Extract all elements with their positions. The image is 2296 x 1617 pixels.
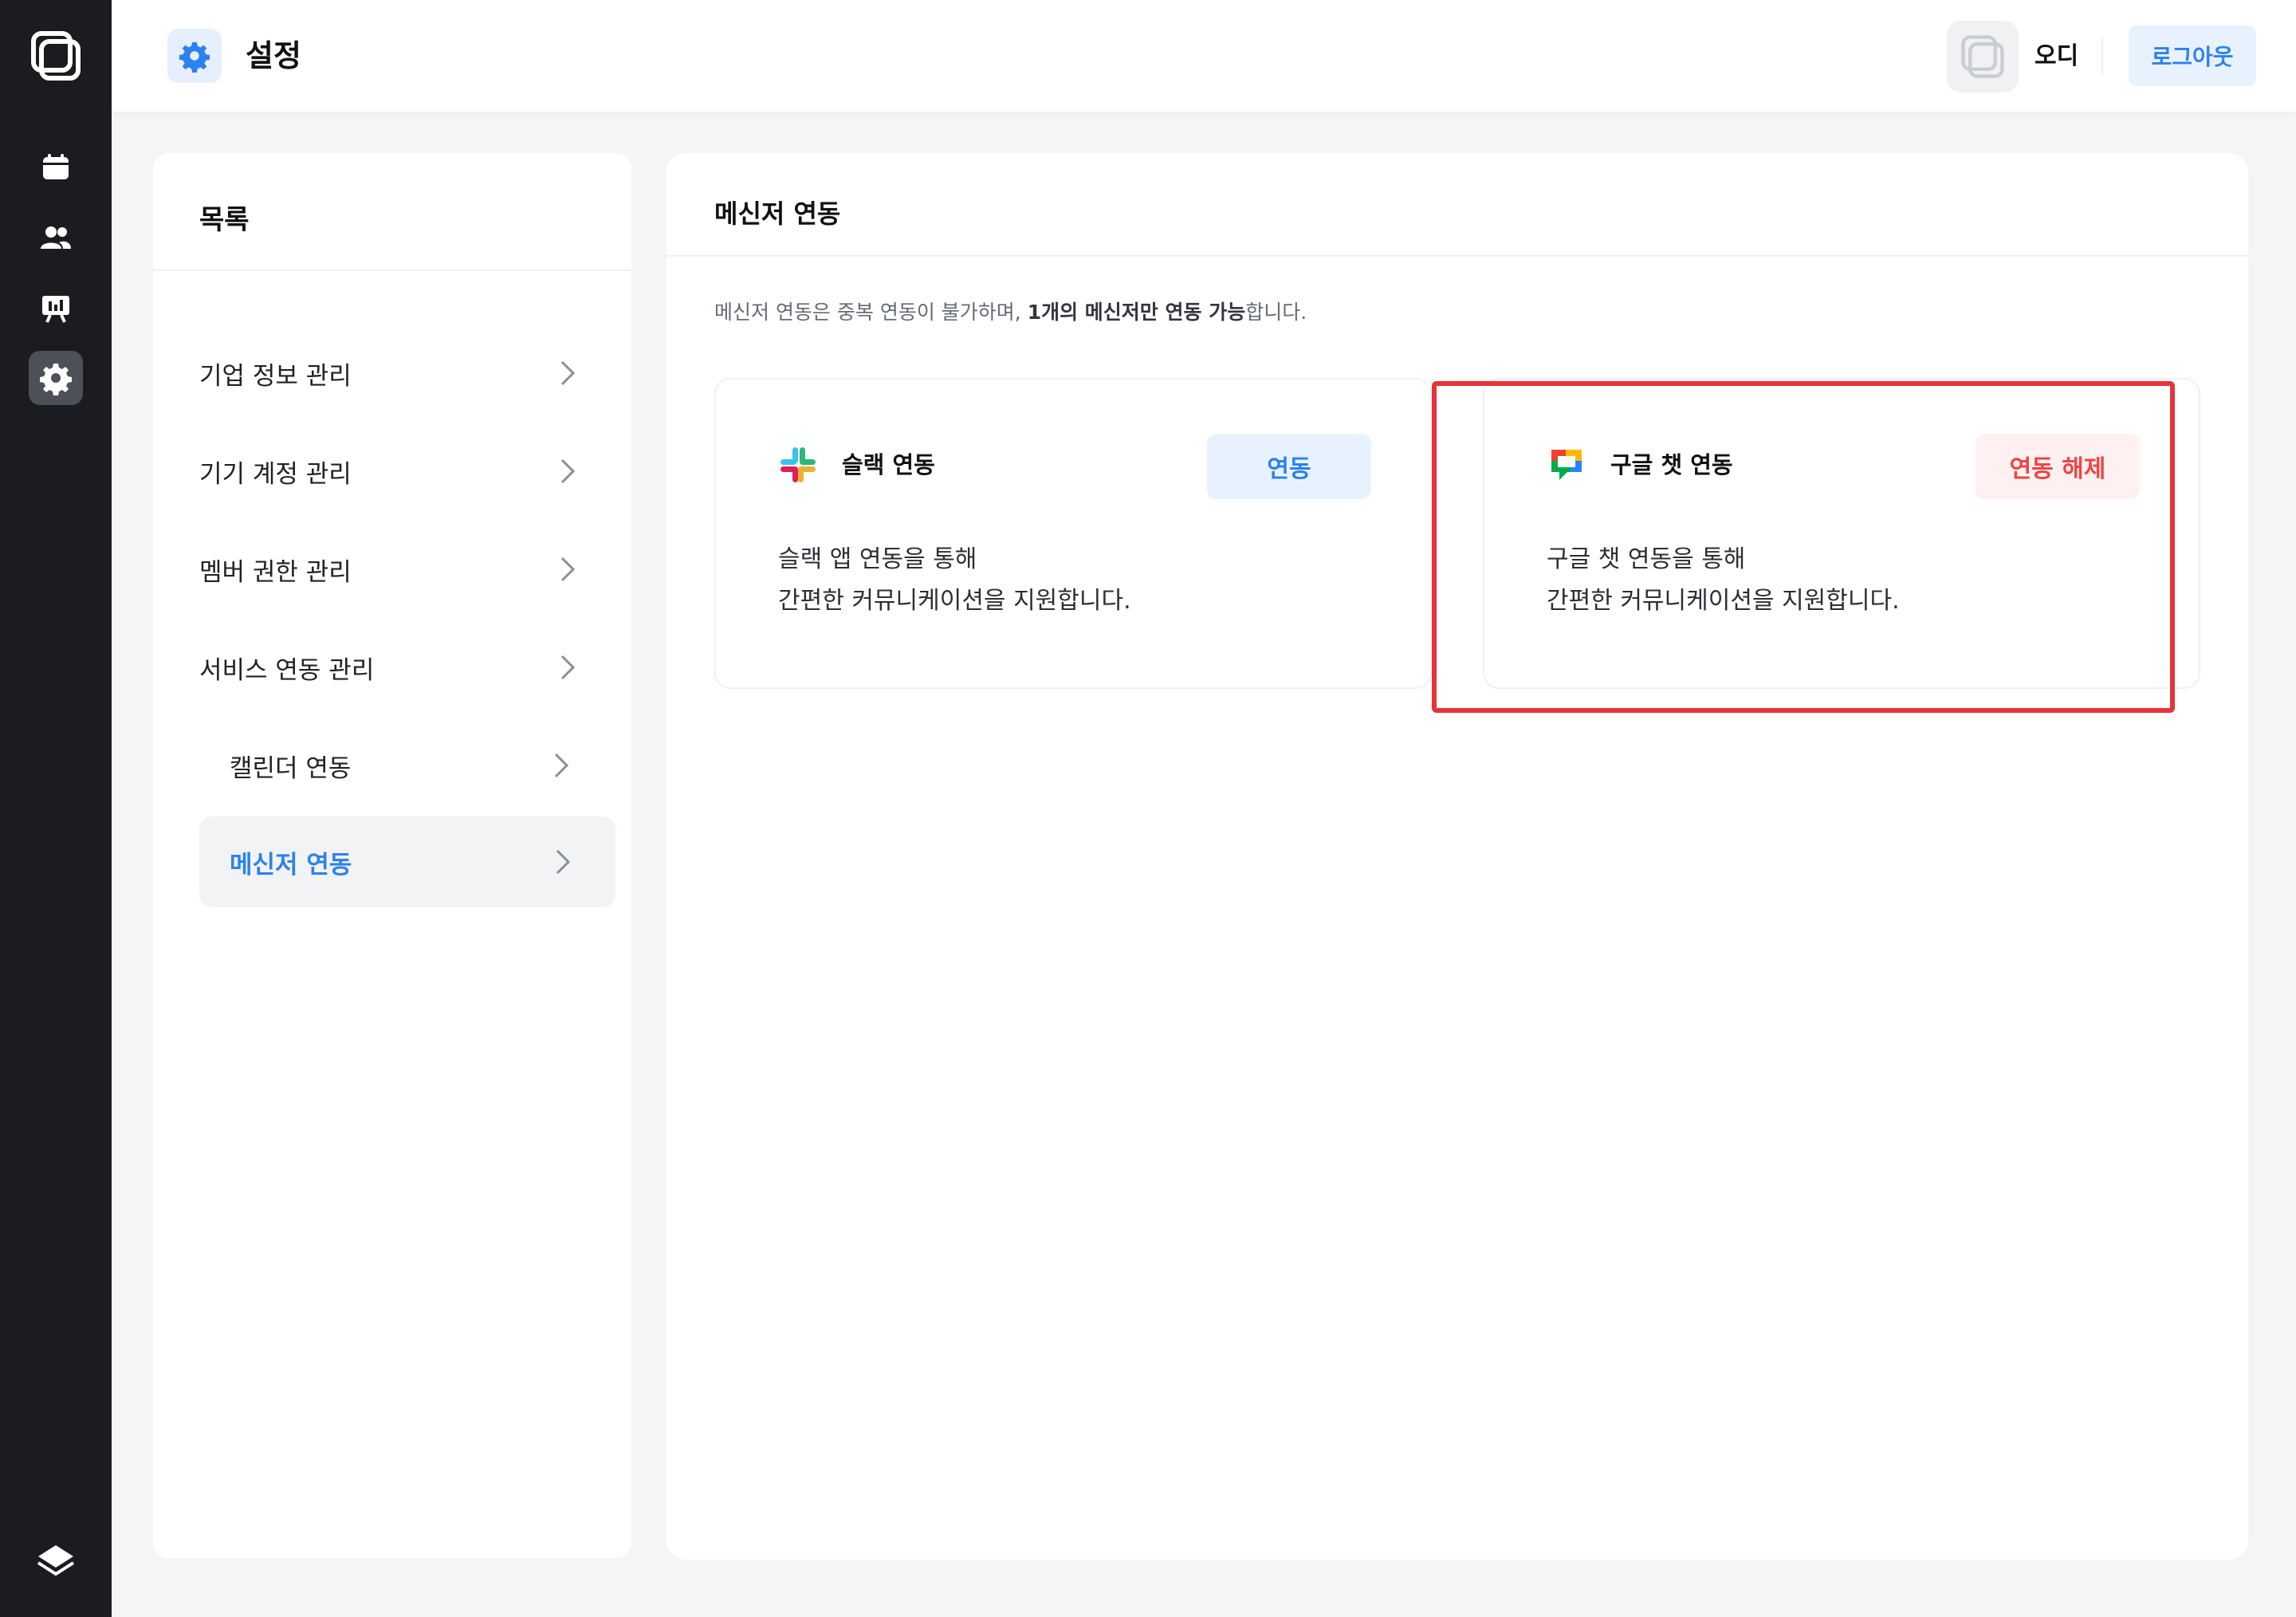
- rail-settings-button[interactable]: [29, 351, 83, 405]
- chevron-right-icon: [560, 557, 576, 582]
- menu-item-label: 멤버 권한 관리: [199, 557, 352, 587]
- slack-connect-button[interactable]: 연동: [1207, 434, 1371, 499]
- chevron-right-icon: [560, 360, 576, 386]
- section-title: 메신저 연동: [714, 199, 841, 229]
- slack-card: 슬랙 연동 연동 슬랙 앱 연동을 통해 간편한 커뮤니케이션을 지원합니다.: [714, 378, 1432, 689]
- people-icon: [41, 226, 71, 249]
- menu-item-label: 기기 계정 관리: [199, 459, 352, 489]
- menu-divider: [153, 270, 631, 271]
- rail-presentation-button[interactable]: [29, 281, 83, 335]
- calendar-icon: [43, 154, 69, 179]
- notice-bold: 1개의 메신저만 연동 가능: [1027, 301, 1246, 324]
- menu-item-label: 기업 정보 관리: [199, 361, 352, 391]
- google-chat-card: 구글 챗 연동 연동 해제 구글 챗 연동을 통해 간편한 커뮤니케이션을 지원…: [1483, 378, 2200, 689]
- card-desc-line: 구글 챗 연동을 통해: [1547, 545, 1746, 573]
- header-divider: [2101, 38, 2103, 75]
- gear-icon: [40, 364, 72, 395]
- menu-item-calendar-integration[interactable]: 캘린더 연동: [199, 722, 614, 809]
- menu-item-label: 메신저 연동: [230, 850, 352, 879]
- side-rail: [0, 0, 112, 1617]
- menu-title: 목록: [199, 204, 250, 236]
- avatar-logo-icon: [1961, 35, 2004, 78]
- card-desc-line: 슬랙 앱 연동을 통해: [778, 545, 977, 573]
- menu-item-service-integration[interactable]: 서비스 연동 관리: [199, 624, 614, 711]
- content-panel: 메신저 연동 메신저 연동은 중복 연동이 불가하며, 1개의 메신저만 연동 …: [666, 153, 2248, 1560]
- card-desc-line: 간편한 커뮤니케이션을 지원합니다.: [1547, 587, 1900, 615]
- header-settings-icon: [167, 29, 222, 83]
- google-chat-disconnect-button[interactable]: 연동 해제: [1976, 434, 2140, 499]
- notice-suffix: 합니다.: [1245, 301, 1307, 324]
- slack-icon: [780, 447, 816, 482]
- logout-button[interactable]: 로그아웃: [2129, 26, 2256, 86]
- menu-item-label: 캘린더 연동: [230, 753, 352, 783]
- top-header: 설정 오디 로그아웃: [112, 0, 2296, 112]
- menu-item-member-permission[interactable]: 멤버 권한 관리: [199, 525, 614, 613]
- card-title: 구글 챗 연동: [1610, 451, 1733, 478]
- notice-prefix: 메신저 연동은 중복 연동이 불가하며,: [714, 301, 1028, 324]
- chevron-right-icon: [560, 655, 576, 680]
- card-title: 슬랙 연동: [842, 451, 935, 478]
- rail-calendar-button[interactable]: [29, 140, 83, 195]
- chevron-right-icon: [556, 849, 571, 875]
- card-description: 구글 챗 연동을 통해 간편한 커뮤니케이션을 지원합니다.: [1547, 539, 1900, 622]
- app-logo-icon[interactable]: [30, 30, 81, 81]
- presentation-icon: [42, 296, 69, 323]
- avatar[interactable]: [1947, 21, 2019, 92]
- card-desc-line: 간편한 커뮤니케이션을 지원합니다.: [778, 587, 1131, 615]
- menu-item-messenger-integration[interactable]: 메신저 연동: [199, 816, 615, 907]
- content-divider: [666, 255, 2248, 257]
- rail-people-button[interactable]: [29, 210, 83, 265]
- menu-panel: 목록 기업 정보 관리 기기 계정 관리 멤버 권한 관리 서비스 연동 관리 …: [153, 153, 631, 1558]
- chevron-right-icon: [560, 458, 576, 484]
- card-description: 슬랙 앱 연동을 통해 간편한 커뮤니케이션을 지원합니다.: [778, 539, 1131, 622]
- google-chat-icon: [1551, 450, 1582, 480]
- chevron-right-icon: [554, 753, 569, 778]
- notice-text: 메신저 연동은 중복 연동이 불가하며, 1개의 메신저만 연동 가능합니다.: [714, 295, 1307, 330]
- menu-item-device-account[interactable]: 기기 계정 관리: [199, 427, 614, 515]
- menu-item-company-info[interactable]: 기업 정보 관리: [199, 329, 614, 417]
- page-title: 설정: [246, 38, 301, 73]
- user-name: 오디: [2035, 42, 2079, 70]
- gear-icon: [179, 41, 210, 73]
- menu-item-label: 서비스 연동 관리: [199, 655, 375, 685]
- layers-icon[interactable]: [35, 1540, 77, 1582]
